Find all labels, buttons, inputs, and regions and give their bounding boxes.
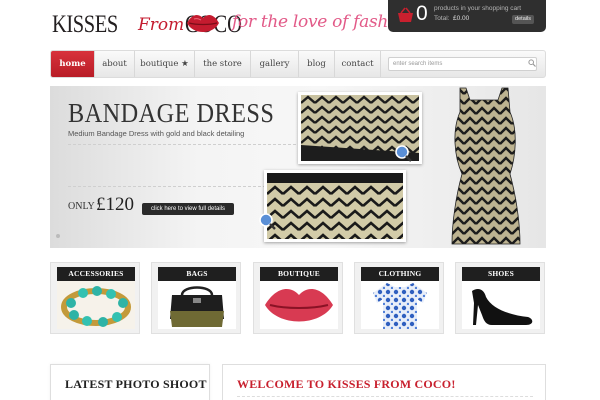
slider-dot[interactable] — [56, 234, 60, 238]
lips-icon — [187, 15, 219, 32]
cart-details-button[interactable]: details — [512, 15, 534, 24]
welcome-heading: WELCOME TO KISSES FROM COCO! — [237, 377, 456, 391]
category-label: ACCESSORIES — [57, 267, 135, 281]
logo-kisses-text: KISSES — [52, 11, 118, 38]
cart-text: products in your shopping cart — [434, 5, 522, 12]
hero-only-label: ONLY — [68, 201, 95, 212]
search-input[interactable]: enter search items — [388, 57, 537, 71]
accessories-image — [57, 281, 135, 329]
nav-the-store[interactable]: the store — [195, 51, 251, 77]
clothing-image — [361, 281, 439, 329]
search-icon[interactable] — [528, 59, 536, 67]
category-label: BOUTIQUE — [260, 267, 338, 281]
nav-home[interactable]: home — [51, 51, 95, 77]
category-clothing[interactable]: CLOTHING — [354, 262, 444, 334]
nav-blog[interactable]: blog — [299, 51, 335, 77]
hero-subtitle: Medium Bandage Dress with gold and black… — [68, 129, 245, 138]
hero-banner[interactable]: BANDAGE DRESS Medium Bandage Dress with … — [50, 86, 546, 248]
boutique-image — [260, 281, 338, 329]
bags-image — [158, 281, 236, 329]
view-details-button[interactable]: click here to view full details — [142, 203, 234, 215]
fabric-detail-image — [267, 173, 403, 239]
basket-icon — [398, 7, 413, 22]
category-label: BAGS — [158, 267, 236, 281]
hero-price: £120 — [96, 194, 134, 215]
zoom-icon[interactable] — [258, 212, 276, 230]
main-nav: home about boutique ★ the store gallery … — [50, 50, 546, 78]
category-label: SHOES — [462, 267, 540, 281]
divider — [68, 144, 296, 145]
detail-thumbnail-bottom[interactable] — [264, 170, 406, 242]
nav-contact[interactable]: contact — [335, 51, 381, 77]
cart-total-value: £0.00 — [453, 15, 470, 22]
nav-about[interactable]: about — [95, 51, 135, 77]
category-shoes[interactable]: SHOES — [455, 262, 545, 334]
nav-gallery[interactable]: gallery — [251, 51, 299, 77]
category-label: CLOTHING — [361, 267, 439, 281]
photo-shoot-box: LATEST PHOTO SHOOT — [50, 364, 210, 400]
photo-shoot-heading: LATEST PHOTO SHOOT — [65, 377, 207, 391]
divider — [237, 396, 533, 397]
hero-title: BANDAGE DRESS — [68, 98, 275, 128]
welcome-box: WELCOME TO KISSES FROM COCO! — [222, 364, 546, 400]
cart-count: 0 — [416, 2, 428, 25]
slider-dots[interactable] — [56, 225, 63, 243]
zoom-icon[interactable] — [394, 144, 412, 162]
shoes-image — [462, 281, 540, 329]
category-accessories[interactable]: ACCESSORIES — [50, 262, 140, 334]
logo-from-text: From — [138, 15, 185, 35]
divider — [68, 186, 296, 187]
category-boutique[interactable]: BOUTIQUE — [253, 262, 343, 334]
category-bags[interactable]: BAGS — [151, 262, 241, 334]
nav-boutique[interactable]: boutique ★ — [135, 51, 195, 77]
cart-total-label: Total: — [434, 15, 450, 22]
bandage-dress-image — [451, 87, 521, 245]
